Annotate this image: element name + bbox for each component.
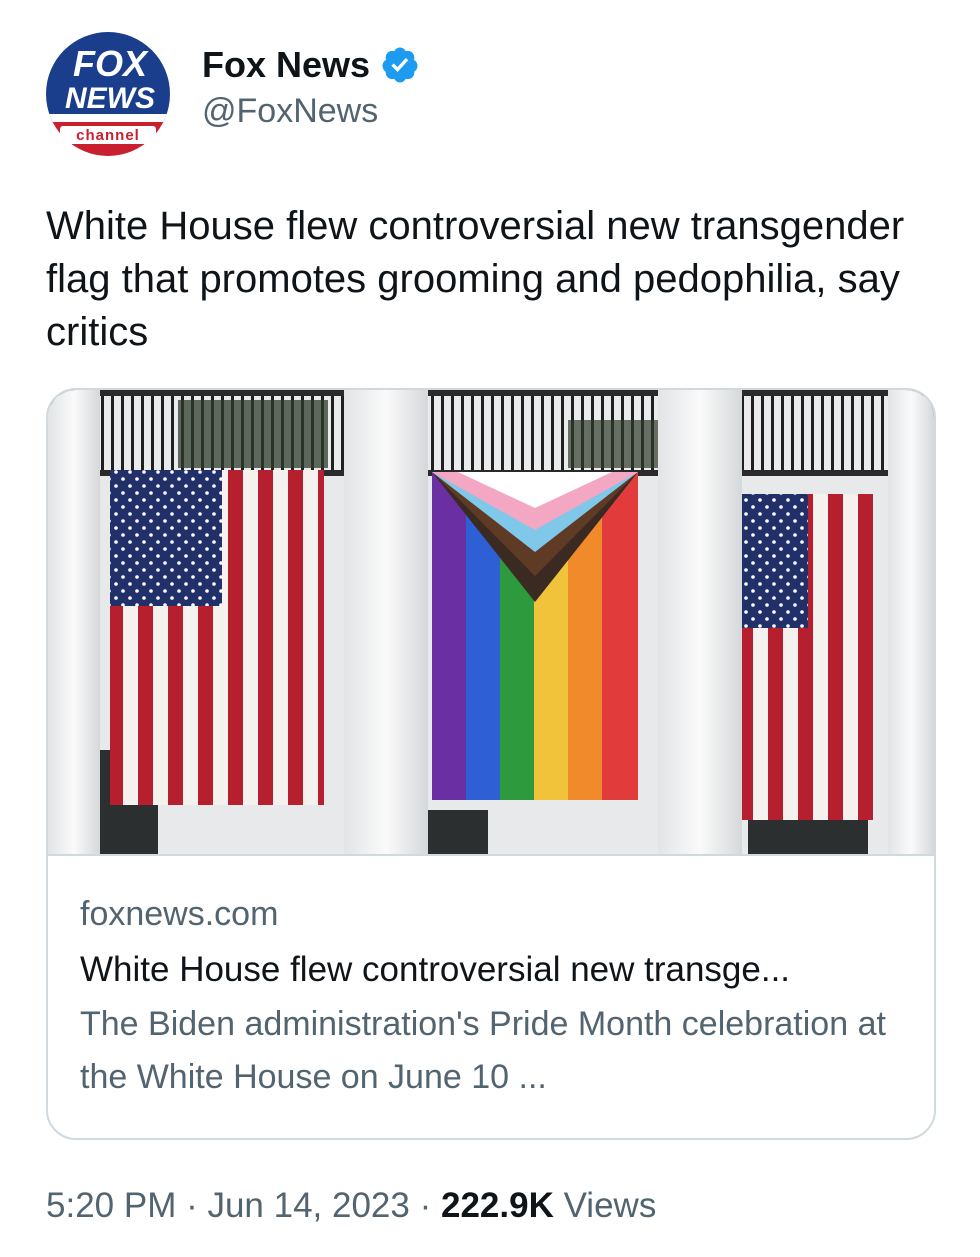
- tweet-header: FOX NEWS channel Fox News @FoxNews: [44, 30, 944, 160]
- meta-separator: ·: [409, 1186, 441, 1225]
- fox-news-logo-avatar[interactable]: FOX NEWS channel: [44, 30, 172, 158]
- author-info[interactable]: Fox News @FoxNews: [202, 40, 420, 131]
- card-title: White House flew controversial new trans…: [80, 950, 791, 989]
- views-label: Views: [553, 1186, 657, 1225]
- card-domain: foxnews.com: [80, 895, 279, 933]
- link-preview-card[interactable]: foxnews.com White House flew controversi…: [46, 388, 936, 1140]
- verified-badge-icon[interactable]: [380, 45, 420, 85]
- tweet-time[interactable]: 5:20 PM: [46, 1186, 176, 1225]
- display-name[interactable]: Fox News: [202, 44, 370, 86]
- card-image[interactable]: [48, 390, 934, 854]
- tweet-date[interactable]: Jun 14, 2023: [207, 1186, 409, 1225]
- card-description: The Biden administration's Pride Month c…: [80, 1005, 886, 1096]
- author-handle[interactable]: @FoxNews: [202, 92, 420, 131]
- meta-separator: ·: [176, 1186, 208, 1225]
- tweet-text: White House flew controversial new trans…: [46, 204, 905, 354]
- svg-text:channel: channel: [76, 127, 140, 144]
- svg-text:NEWS: NEWS: [65, 82, 155, 115]
- card-body[interactable]: foxnews.com White House flew controversi…: [48, 854, 934, 1104]
- svg-text:FOX: FOX: [73, 43, 149, 84]
- views-count: 222.9K: [440, 1186, 554, 1225]
- display-name-row: Fox News: [202, 40, 420, 90]
- tweet-metadata: 5:20 PM · Jun 14, 2023 · 222.9K Views: [46, 1186, 656, 1226]
